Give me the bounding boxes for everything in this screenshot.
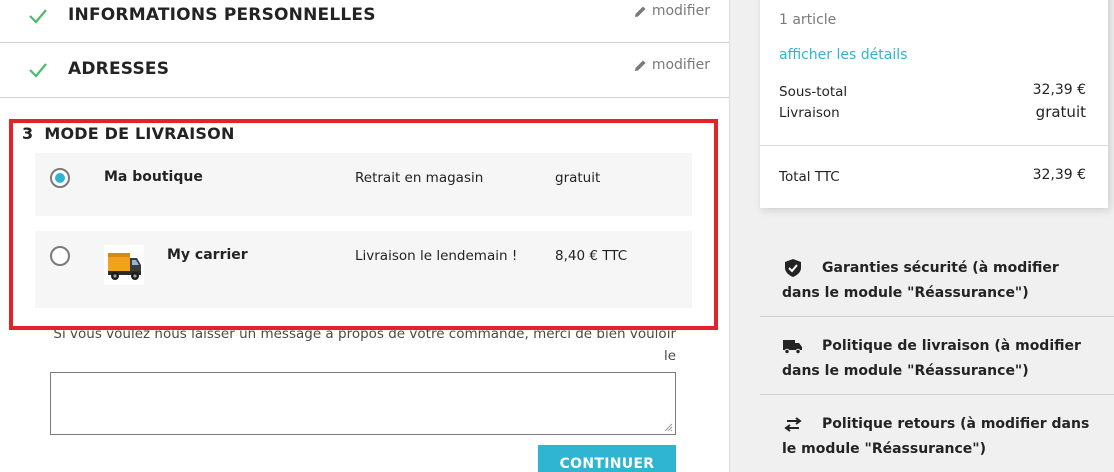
step-title: INFORMATIONS PERSONNELLES bbox=[68, 5, 376, 25]
reassurance-text: Politique de livraison (à modifier dans … bbox=[782, 338, 1081, 379]
cart-item-count: 1 article bbox=[779, 12, 837, 28]
pencil-icon bbox=[634, 6, 646, 17]
resize-handle-icon[interactable] bbox=[664, 423, 673, 432]
edit-addresses-link[interactable]: modifier bbox=[634, 57, 710, 73]
total-label: Total TTC bbox=[779, 169, 840, 185]
cart-sidebar: 1 article afficher les détails Sous-tota… bbox=[729, 0, 1114, 472]
divider bbox=[760, 145, 1108, 146]
subtotal-value: 32,39 € bbox=[1032, 82, 1086, 98]
check-icon bbox=[29, 63, 47, 78]
cart-summary: 1 article afficher les détails Sous-tota… bbox=[760, 0, 1108, 208]
check-icon bbox=[29, 9, 47, 24]
shipping-value: gratuit bbox=[1035, 103, 1086, 121]
checkout-page: INFORMATIONS PERSONNELLES modifier ADRES… bbox=[0, 0, 1114, 472]
subtotal-label: Sous-total bbox=[779, 84, 848, 100]
reassurance-item: Politique retours (à modifier dans le mo… bbox=[760, 395, 1114, 472]
edit-personal-info-link[interactable]: modifier bbox=[634, 3, 710, 19]
show-details-link[interactable]: afficher les détails bbox=[779, 47, 907, 63]
delivery-message-textarea[interactable] bbox=[50, 372, 676, 435]
delivery-highlight-box bbox=[9, 119, 718, 330]
reassurance-item: Garanties sécurité (à modifier dans le m… bbox=[760, 239, 1114, 317]
continue-button[interactable]: CONTINUER bbox=[538, 445, 676, 472]
checkout-steps: INFORMATIONS PERSONNELLES modifier ADRES… bbox=[0, 0, 729, 472]
step-title: ADRESSES bbox=[68, 59, 170, 79]
step-personal-info[interactable]: INFORMATIONS PERSONNELLES modifier bbox=[0, 0, 729, 43]
reassurance-block: Garanties sécurité (à modifier dans le m… bbox=[760, 239, 1114, 472]
pencil-icon bbox=[634, 60, 646, 71]
shipping-label: Livraison bbox=[779, 105, 840, 121]
reassurance-text: Garanties sécurité (à modifier dans le m… bbox=[782, 260, 1059, 301]
edit-label: modifier bbox=[651, 3, 710, 19]
edit-label: modifier bbox=[651, 57, 710, 73]
total-value: 32,39 € bbox=[1032, 167, 1086, 183]
reassurance-item: Politique de livraison (à modifier dans … bbox=[760, 317, 1114, 395]
reassurance-text: Politique retours (à modifier dans le mo… bbox=[782, 416, 1090, 457]
step-addresses[interactable]: ADRESSES modifier bbox=[0, 43, 729, 98]
